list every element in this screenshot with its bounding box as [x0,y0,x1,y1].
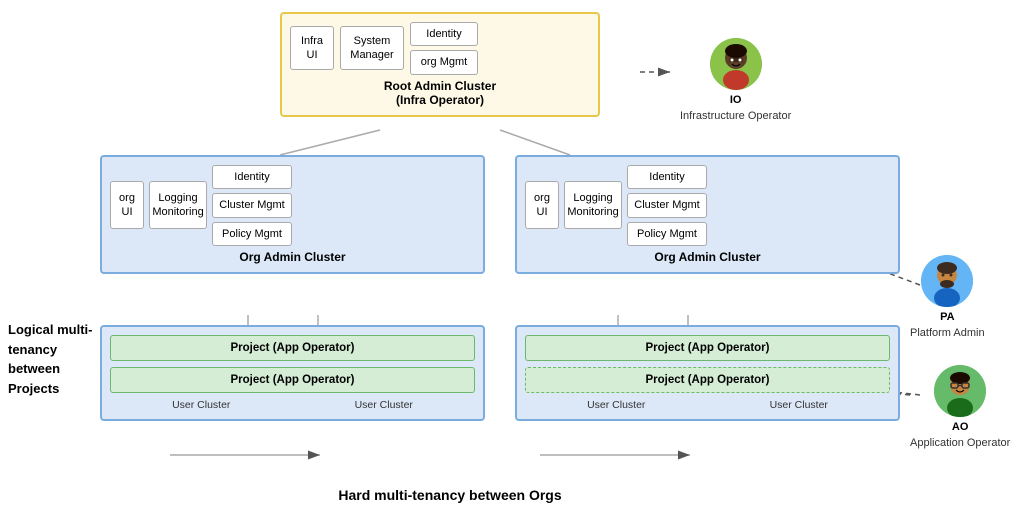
policy-mgmt-left: Policy Mgmt [212,222,292,246]
identity-right: Identity [627,165,707,189]
io-avatar [710,38,762,90]
root-admin-cluster: Infra UI System Manager Identity org Mgm… [280,12,600,117]
org-ui-right: org UI [525,181,559,229]
ao-persona: AO Application Operator [910,365,1010,449]
logging-monitoring-left: Logging Monitoring [149,181,207,229]
org-mgmt-box-root: org Mgmt [410,50,478,74]
user-clusters-row: Project (App Operator) Project (App Oper… [100,325,900,421]
ao-title: AO [952,421,969,433]
cluster-mgmt-left: Cluster Mgmt [212,193,292,217]
project-box-left-2: Project (App Operator) [110,367,475,393]
user-cluster-label-left-2: User Cluster [355,399,413,411]
io-persona: IO Infrastructure Operator [680,38,791,122]
org-ui-left: org UI [110,181,144,229]
ao-label: Application Operator [910,437,1010,449]
org-cluster-left: org UI Logging Monitoring Identity Clust… [100,155,485,274]
identity-box-root: Identity [410,22,478,46]
policy-mgmt-right: Policy Mgmt [627,222,707,246]
pa-avatar [921,255,973,307]
left-label: Logical multi-tenancy between Projects [8,320,98,398]
io-title: IO [730,94,742,106]
pa-title: PA [940,311,954,323]
infra-ui-box: Infra UI [290,26,334,70]
pa-label: Platform Admin [910,327,985,339]
project-box-right-1: Project (App Operator) [525,335,890,361]
logging-monitoring-right: Logging Monitoring [564,181,622,229]
org-cluster-label-right: Org Admin Cluster [525,250,890,264]
project-box-right-2: Project (App Operator) [525,367,890,393]
user-cluster-label-right-2: User Cluster [770,399,828,411]
org-clusters-row: org UI Logging Monitoring Identity Clust… [100,155,900,274]
org-cluster-label-left: Org Admin Cluster [110,250,475,264]
user-cluster-group-left: Project (App Operator) Project (App Oper… [100,325,485,421]
user-cluster-label-left-1: User Cluster [172,399,230,411]
root-cluster-label: Root Admin Cluster (Infra Operator) [290,79,590,107]
project-box-left-1: Project (App Operator) [110,335,475,361]
cluster-mgmt-right: Cluster Mgmt [627,193,707,217]
ao-avatar [934,365,986,417]
user-cluster-label-right-1: User Cluster [587,399,645,411]
io-label: Infrastructure Operator [680,110,791,122]
identity-left: Identity [212,165,292,189]
org-cluster-right: org UI Logging Monitoring Identity Clust… [515,155,900,274]
user-cluster-group-right: Project (App Operator) Project (App Oper… [515,325,900,421]
bottom-label: Hard multi-tenancy between Orgs [0,487,900,503]
system-manager-box: System Manager [340,26,404,70]
pa-persona: PA Platform Admin [910,255,985,339]
